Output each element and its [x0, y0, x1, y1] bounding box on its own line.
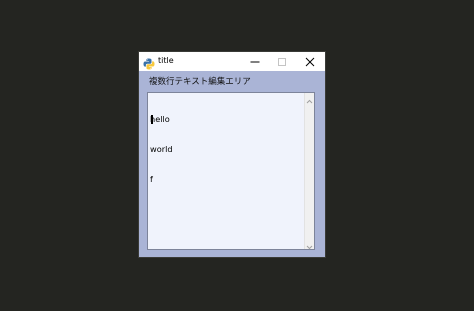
text-line: hello	[150, 114, 170, 124]
text-content[interactable]: hello world f	[150, 94, 302, 204]
chevron-up-icon	[306, 89, 313, 108]
text-line: f	[150, 174, 153, 184]
chevron-down-icon	[306, 235, 313, 254]
scroll-up-button[interactable]	[305, 93, 314, 103]
scroll-down-button[interactable]	[305, 239, 314, 249]
text-caret	[151, 115, 153, 124]
maximize-button[interactable]	[269, 52, 295, 71]
app-window: title 複数行テキスト編集エリア hello world f	[139, 52, 325, 257]
editor-label: 複数行テキスト編集エリア	[149, 77, 251, 87]
close-button[interactable]	[297, 52, 323, 71]
close-icon	[305, 52, 315, 71]
maximize-icon	[277, 52, 287, 71]
window-title: title	[158, 56, 174, 65]
title-bar[interactable]: title	[139, 52, 325, 71]
vertical-scrollbar[interactable]	[304, 93, 314, 249]
multiline-text-area[interactable]: hello world f	[147, 92, 315, 250]
minimize-icon	[250, 52, 260, 71]
minimize-button[interactable]	[242, 52, 268, 71]
python-icon	[143, 55, 155, 70]
text-line: world	[150, 144, 173, 154]
